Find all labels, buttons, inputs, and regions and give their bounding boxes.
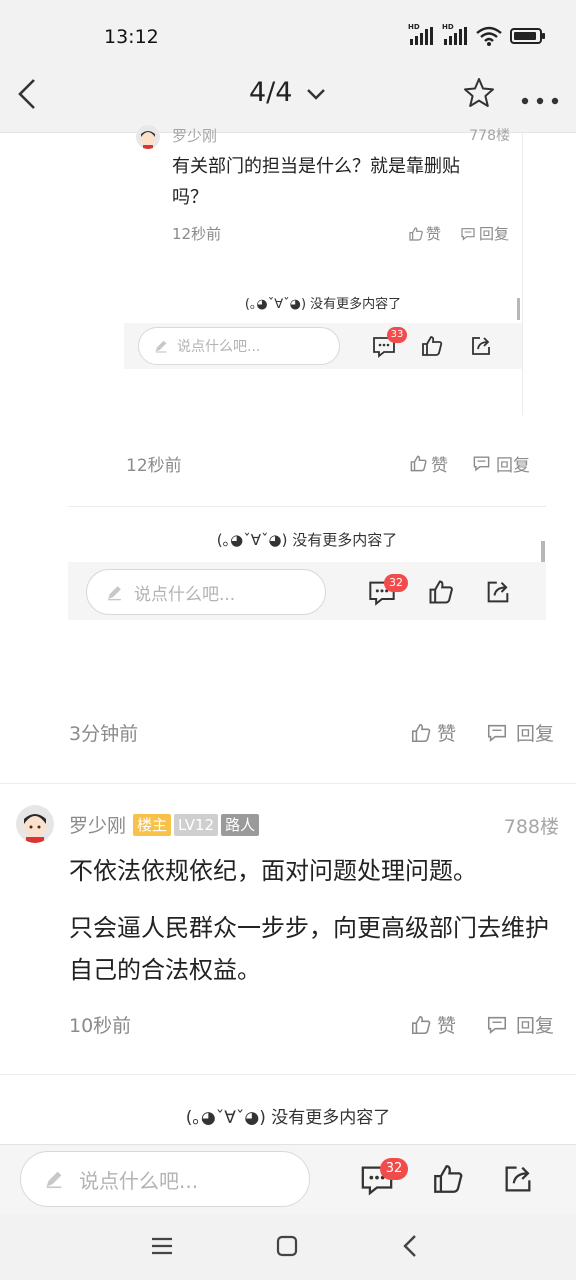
signal-icon: HD [442,23,468,45]
floor-number: 788楼 [503,816,559,838]
divider [0,783,576,784]
share-button[interactable] [469,334,493,362]
comment-count-badge: 32 [384,574,408,592]
avatar[interactable] [16,805,54,843]
signal-icon: HD [408,23,434,45]
comment-count-badge: 33 [387,327,407,343]
no-more-content: (｡◕ˇ∀ˇ◕) 没有更多内容了 [244,297,402,312]
menu-icon[interactable] [150,1236,174,1260]
comment-text: 有关部门的担当是什么？就是靠删贴吗？ [172,156,460,208]
reply-button[interactable]: 回复 [460,223,509,244]
scrollbar[interactable] [541,541,545,563]
like-post-button[interactable] [427,578,455,610]
system-back-icon[interactable] [400,1233,420,1263]
comment-paragraph: 只会逼人民群众一步步，向更高级部门去维护自己的合法权益。 [69,914,549,984]
reply-icon [473,456,490,472]
reply-button[interactable]: 回复 [486,719,554,746]
share-button[interactable] [501,1162,535,1200]
thumbs-up-icon [409,226,423,241]
comments-button[interactable]: 33 [372,327,407,358]
comment-time: 12秒前 [172,225,222,243]
share-icon [487,581,509,603]
no-more-content: (｡◕ˇ∀ˇ◕) 没有更多内容了 [185,1108,391,1128]
hd-label: HD [442,23,454,31]
share-icon [472,337,490,355]
reply-icon [461,227,475,241]
comment-time: 3分钟前 [69,723,139,745]
home-icon[interactable] [275,1234,299,1262]
thumbs-up-icon [434,1165,463,1193]
avatar [136,125,160,149]
reply-button[interactable]: 回复 [472,451,530,476]
comment-input[interactable]: 说点什么吧... [20,1151,310,1207]
hd-label: HD [408,23,420,31]
reply-icon [487,1016,507,1034]
divider [0,1074,576,1075]
divider [68,506,546,507]
status-icons: HD HD [408,23,546,46]
comment-input[interactable]: 说点什么吧... [86,569,326,615]
pencil-icon [46,1171,62,1189]
more-icon[interactable] [520,90,560,109]
like-button[interactable]: 赞 [410,719,456,746]
thumbs-up-icon [411,723,431,742]
pencil-icon [108,585,121,600]
scrollbar[interactable] [517,298,520,320]
comments-button[interactable]: 32 [360,1158,408,1196]
reply-icon [487,724,507,742]
like-button[interactable]: 赞 [409,451,448,476]
comment-count-badge: 32 [380,1158,408,1180]
share-icon [505,1166,531,1192]
thumbs-up-icon [422,336,443,356]
pencil-icon [155,340,167,353]
comment-input[interactable]: 说点什么吧... [138,327,340,365]
like-button[interactable]: 赞 [410,1011,456,1038]
comment-author-partial: 罗少刚 [172,127,218,145]
battery-icon [510,28,545,44]
thumbs-up-icon [411,1015,431,1034]
star-icon[interactable] [462,76,496,114]
nested-panel-level3: 罗少刚 778楼 有关部门的担当是什么？就是靠删贴吗？ 12秒前 赞 回复 (｡… [124,125,523,415]
thumbs-up-icon [429,580,453,604]
thumbs-up-icon [410,455,427,472]
comment-time: 12秒前 [126,456,182,476]
status-time: 13:12 [104,26,159,48]
comment-author[interactable]: 罗少刚 [69,811,126,838]
comments-button[interactable]: 32 [368,574,408,606]
comment-header: 罗少刚 楼主 LV12 路人 [69,811,260,838]
like-post-button[interactable] [431,1162,465,1200]
like-button[interactable]: 赞 [408,223,441,244]
share-button[interactable] [484,578,512,610]
no-more-content: (｡◕ˇ∀ˇ◕) 没有更多内容了 [216,531,398,549]
role-badge: 路人 [221,813,260,836]
wifi-icon [476,26,502,46]
chevron-down-icon [307,88,325,100]
floor-number-partial: 778楼 [469,128,510,144]
comment-time: 10秒前 [69,1015,132,1037]
comment-paragraph: 不依法依规依纪，面对问题处理问题。 [69,857,477,885]
reply-button[interactable]: 回复 [486,1011,554,1038]
host-badge: 楼主 [133,813,172,836]
level-badge: LV12 [174,813,219,836]
page-indicator-label: 4/4 [248,77,293,108]
like-post-button[interactable] [420,334,444,362]
